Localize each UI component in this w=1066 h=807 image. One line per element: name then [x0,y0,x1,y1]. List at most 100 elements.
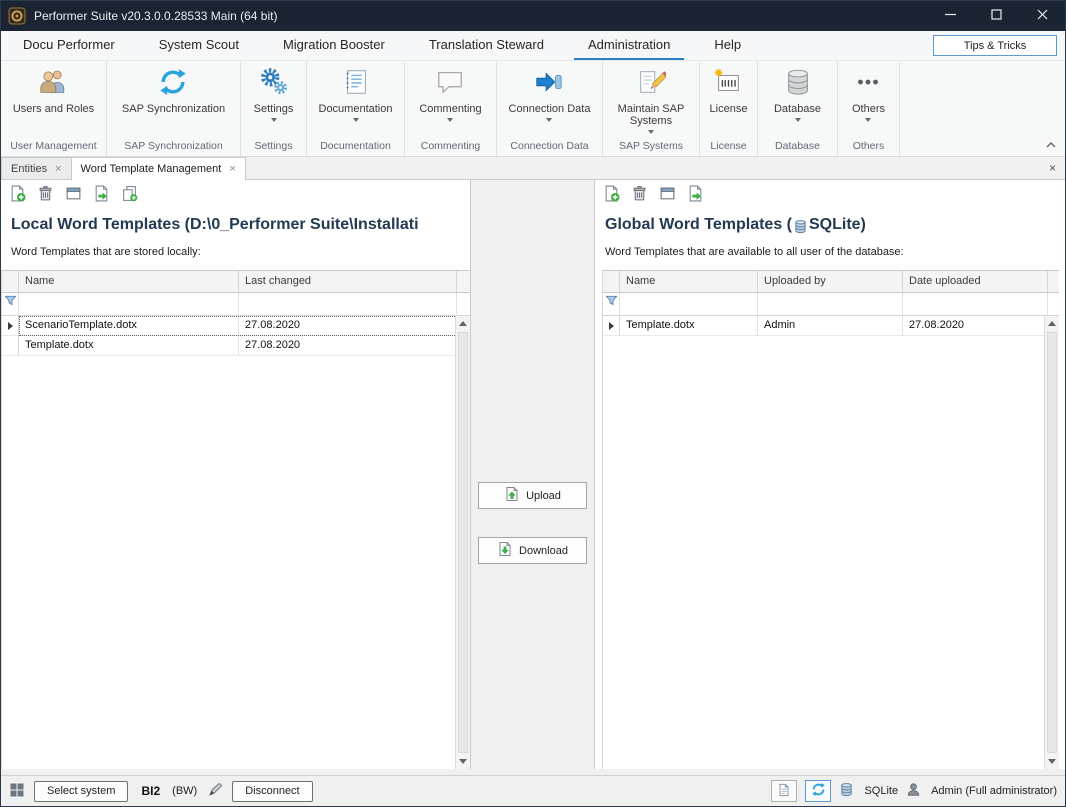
filter-filler [1048,293,1059,316]
chevron-down-icon [865,118,871,122]
close-button[interactable] [1019,1,1065,31]
ribbon-group-label: Connection Data [497,139,602,156]
row-indicator [2,336,19,356]
tips-and-tricks-button[interactable]: Tips & Tricks [933,35,1057,56]
download-button[interactable]: Download [478,537,587,564]
row-arrow-icon [609,322,614,330]
duplicate-template-button[interactable] [120,186,139,205]
scroll-up-button[interactable] [456,316,470,331]
systems-grid-icon[interactable] [9,782,25,801]
menu-migration-booster[interactable]: Migration Booster [269,31,399,60]
menu-translation-steward[interactable]: Translation Steward [415,31,558,60]
commenting-button[interactable]: Commenting [415,66,485,139]
select-system-label: Select system [47,785,115,797]
upload-button[interactable]: Upload [478,482,587,509]
local-templates-pane: Local Word Templates (D:\0_Performer Sui… [1,180,471,769]
filter-cell-date-uploaded[interactable] [903,293,1048,316]
global-templates-pane: Global Word Templates (SQLite) Word Temp… [594,180,1065,769]
comment-bubble-icon [435,67,465,100]
open-template-button[interactable] [658,186,677,205]
delete-template-button[interactable] [630,186,649,205]
scroll-down-button[interactable] [456,754,470,769]
menu-help[interactable]: Help [700,31,755,60]
menu-docu-performer[interactable]: Docu Performer [9,31,129,60]
table-row[interactable]: ScenarioTemplate.dotx 27.08.2020 [2,316,470,336]
database-small-icon [793,219,808,234]
maximize-icon [991,9,1002,23]
scrollbar-thumb[interactable] [458,332,468,753]
menu-label: System Scout [159,37,239,52]
column-header-uploaded-by[interactable]: Uploaded by [758,271,903,293]
scrollbar-thumb[interactable] [1047,332,1057,753]
logged-in-user-label[interactable]: Admin (Full administrator) [931,785,1057,797]
maintain-sap-systems-button[interactable]: Maintain SAP Systems [603,66,699,139]
connection-data-button[interactable]: Connection Data [505,66,595,139]
database-connection-label[interactable]: SQLite [864,785,898,797]
column-header-last-changed[interactable]: Last changed [239,271,457,293]
scroll-up-icon [459,321,467,326]
ribbon: Users and Roles User Management SAP Sync… [1,60,1065,157]
refresh-connection-button[interactable] [805,780,831,802]
license-button[interactable]: License [706,66,752,139]
filter-cell-name[interactable] [19,293,239,316]
cell-last-changed: 27.08.2020 [239,316,457,336]
tab-entities[interactable]: Entities × [1,157,72,179]
menu-administration[interactable]: Administration [574,31,684,60]
column-header-name[interactable]: Name [19,271,239,293]
tab-close-icon[interactable]: × [55,164,61,174]
menu-label: Migration Booster [283,37,385,52]
minimize-button[interactable] [927,1,973,31]
users-and-roles-button[interactable]: Users and Roles [9,66,98,139]
license-icon [713,67,743,100]
tabstrip-close-button[interactable]: × [1049,161,1056,175]
cell-last-changed: 27.08.2020 [239,336,457,356]
main-menubar: Docu Performer System Scout Migration Bo… [1,31,1065,60]
others-button[interactable]: Others [848,66,889,139]
filter-cell-last-changed[interactable] [239,293,457,316]
delete-template-button[interactable] [36,186,55,205]
filter-cell-uploaded-by[interactable] [758,293,903,316]
chevron-down-icon [546,118,552,122]
ribbon-group-sap-synchronization: SAP Synchronization SAP Synchronization [107,61,241,156]
add-template-button[interactable] [8,186,27,205]
sap-synchronization-button[interactable]: SAP Synchronization [118,66,229,139]
menu-system-scout[interactable]: System Scout [145,31,253,60]
import-template-button[interactable] [92,186,111,205]
filter-cell-name[interactable] [620,293,758,316]
chevron-down-icon [447,118,453,122]
vertical-scrollbar[interactable] [455,316,470,769]
documentation-button[interactable]: Documentation [315,66,397,139]
ribbon-group-label: User Management [1,139,106,156]
column-header-name[interactable]: Name [620,271,758,293]
grid-filter-row [603,293,1059,316]
table-row[interactable]: Template.dotx Admin 27.08.2020 [603,316,1059,336]
ribbon-group-sap-systems: Maintain SAP Systems SAP Systems [603,61,700,156]
disconnect-button[interactable]: Disconnect [232,781,312,802]
menu-label: Help [714,37,741,52]
connection-pen-icon [208,782,223,800]
grid-header-row: Name Last changed [2,271,470,293]
close-icon [1037,9,1048,23]
local-templates-toolbar [1,183,470,207]
table-row[interactable]: Template.dotx 27.08.2020 [2,336,470,356]
ellipsis-icon [853,67,883,100]
import-template-button[interactable] [686,186,705,205]
document-arrow-icon [93,185,110,205]
column-header-date-uploaded[interactable]: Date uploaded [903,271,1048,293]
ribbon-group-others: Others Others [838,61,900,156]
select-system-button[interactable]: Select system [34,781,128,802]
scroll-down-button[interactable] [1045,754,1059,769]
log-document-button[interactable] [771,780,797,802]
maximize-button[interactable] [973,1,1019,31]
scroll-up-button[interactable] [1045,316,1059,331]
open-template-button[interactable] [64,186,83,205]
collapse-ribbon-button[interactable] [1046,139,1056,151]
local-templates-heading: Local Word Templates (D:\0_Performer Sui… [1,207,470,234]
settings-button[interactable]: Settings [250,66,298,139]
add-template-button[interactable] [602,186,621,205]
tab-close-icon[interactable]: × [229,164,235,174]
database-button[interactable]: Database [770,66,825,139]
document-arrow-icon [687,185,704,205]
vertical-scrollbar[interactable] [1044,316,1059,769]
tab-word-template-management[interactable]: Word Template Management × [71,157,246,180]
